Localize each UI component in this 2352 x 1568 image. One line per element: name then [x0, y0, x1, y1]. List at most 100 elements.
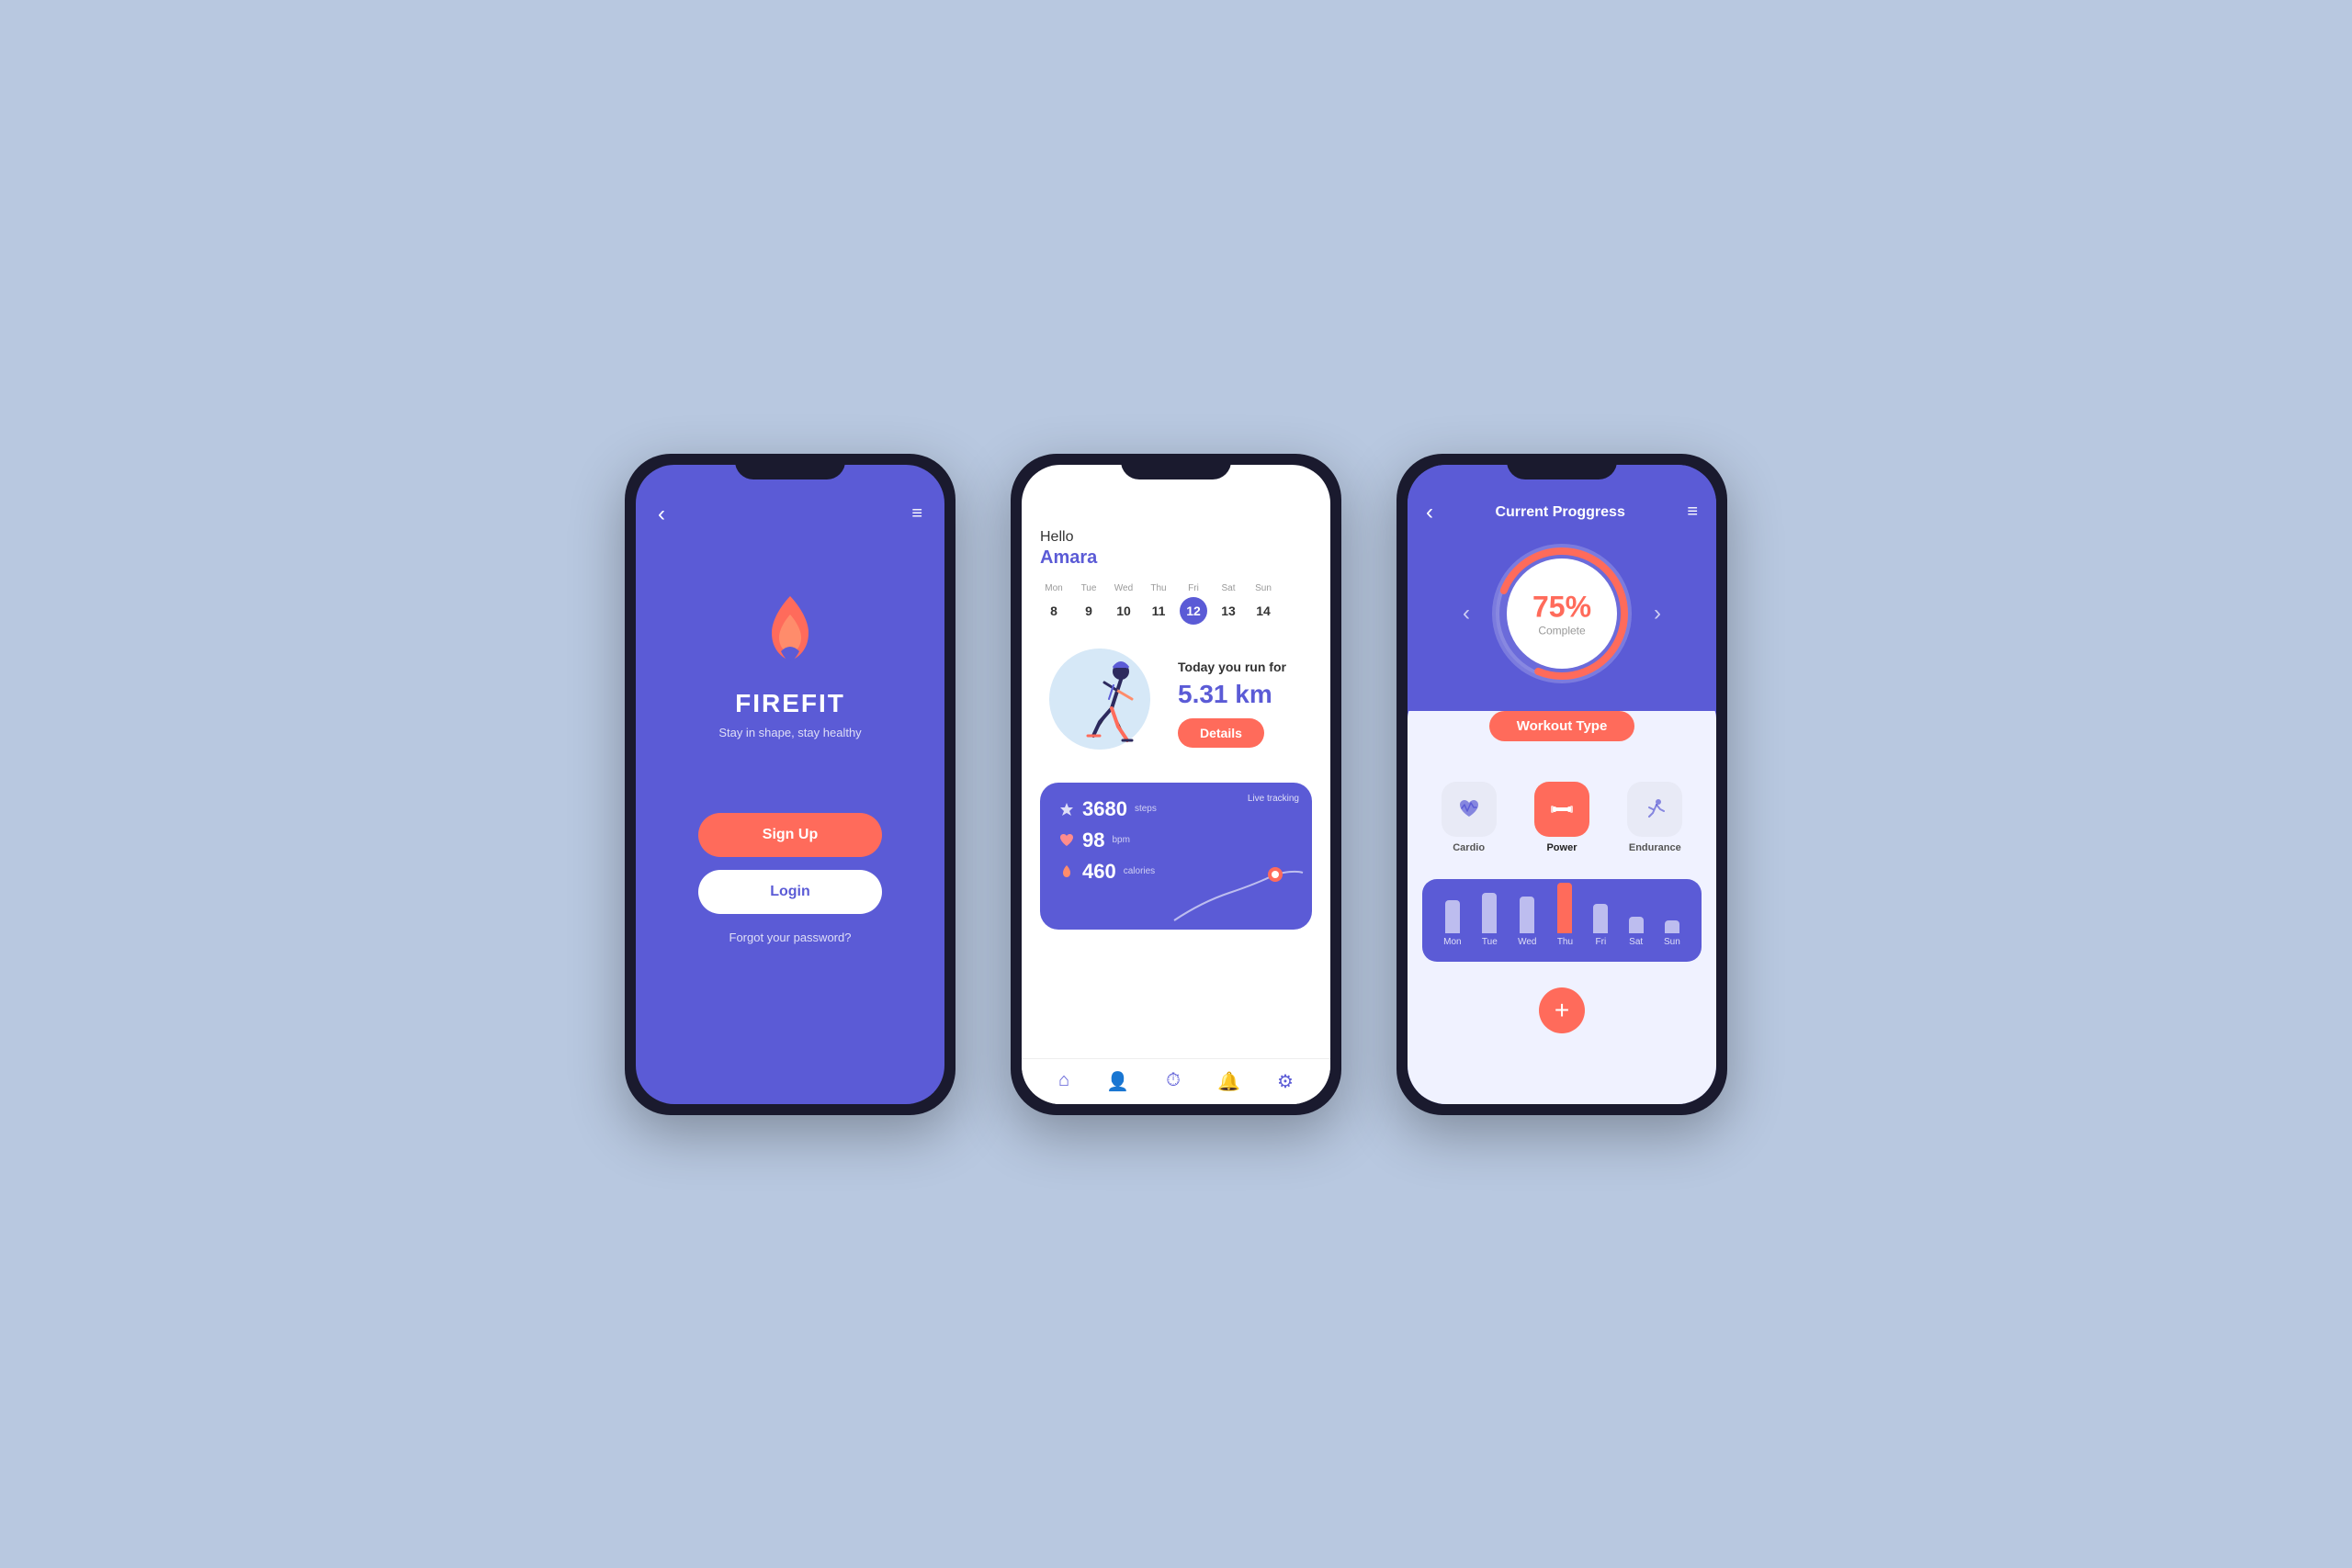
progress-back-icon[interactable]: ‹	[1426, 500, 1433, 525]
day-label-fri: Fri	[1188, 583, 1199, 593]
progress-next-icon[interactable]: ›	[1654, 601, 1661, 626]
chart-col-mon: Mon	[1443, 900, 1461, 947]
day-num-wed: 10	[1110, 597, 1137, 625]
signup-button[interactable]: Sign Up	[698, 813, 882, 857]
endurance-icon-box	[1627, 782, 1682, 837]
chart-label-thu: Thu	[1557, 937, 1573, 947]
back-icon[interactable]: ‹	[658, 502, 665, 527]
chart-label-sat: Sat	[1629, 937, 1643, 947]
day-wed[interactable]: Wed 10	[1110, 583, 1137, 625]
nav-settings-icon[interactable]: ⚙	[1277, 1070, 1294, 1093]
steps-icon	[1058, 801, 1075, 818]
day-num-mon: 8	[1040, 597, 1068, 625]
bar-sun	[1665, 920, 1679, 933]
weekly-chart: Mon Tue Wed Thu Fri	[1422, 879, 1702, 962]
chart-label-fri: Fri	[1596, 937, 1607, 947]
calories-value: 460	[1082, 860, 1116, 884]
bar-tue	[1482, 893, 1497, 933]
nav-bell-icon[interactable]: 🔔	[1217, 1070, 1240, 1093]
week-calendar: Mon 8 Tue 9 Wed 10 Thu 11 Fri 12	[1040, 583, 1312, 625]
day-num-sun: 14	[1250, 597, 1277, 625]
chart-col-tue: Tue	[1482, 893, 1498, 947]
progress-menu-icon[interactable]: ≡	[1687, 502, 1698, 523]
run-icon	[1642, 796, 1668, 822]
cardio-icon-box	[1442, 782, 1497, 837]
power-label: Power	[1546, 842, 1577, 853]
app-title: FireFit	[735, 689, 845, 718]
day-label-sat: Sat	[1221, 583, 1235, 593]
bar-thu	[1557, 883, 1572, 933]
chart-col-thu: Thu	[1557, 883, 1573, 947]
day-fri[interactable]: Fri 12	[1180, 583, 1207, 625]
chart-col-sun: Sun	[1664, 920, 1680, 947]
bar-mon	[1445, 900, 1460, 933]
chart-label-sun: Sun	[1664, 937, 1680, 947]
progress-percent-display: 75% Complete	[1532, 590, 1591, 637]
steps-label: steps	[1135, 804, 1157, 814]
day-label-wed: Wed	[1114, 583, 1133, 593]
progress-circle-container: 75% Complete	[1488, 540, 1635, 687]
dashboard-name: Amara	[1040, 547, 1312, 569]
running-section: Today you run for 5.31 km Details	[1040, 639, 1312, 768]
steps-value: 3680	[1082, 797, 1127, 821]
phone-dashboard: Hello Amara Mon 8 Tue 9 Wed 10 Thu 1	[1011, 454, 1341, 1115]
day-thu[interactable]: Thu 11	[1145, 583, 1172, 625]
dashboard-greeting: Hello	[1040, 529, 1312, 546]
workout-power[interactable]: Power	[1534, 782, 1589, 853]
chart-col-wed: Wed	[1518, 897, 1536, 947]
progress-prev-icon[interactable]: ‹	[1463, 601, 1470, 626]
day-num-tue: 9	[1075, 597, 1102, 625]
workout-endurance[interactable]: Endurance	[1627, 782, 1682, 853]
day-sat[interactable]: Sat 13	[1215, 583, 1242, 625]
forgot-password-link[interactable]: Forgot your password?	[729, 931, 852, 944]
day-num-sat: 13	[1215, 597, 1242, 625]
details-button[interactable]: Details	[1178, 718, 1264, 748]
live-tracking-label: Live tracking	[1248, 794, 1299, 804]
phone-progress: ‹ Current Proggress ≡ ‹	[1396, 454, 1727, 1115]
workout-type-header: Workout Type	[1422, 711, 1702, 756]
day-label-sun: Sun	[1255, 583, 1272, 593]
fab-add-button[interactable]: +	[1539, 987, 1585, 1033]
bar-sat	[1629, 917, 1644, 933]
workout-icons-row: Cardio Power	[1422, 782, 1702, 853]
chart-label-wed: Wed	[1518, 937, 1536, 947]
notch-2	[1121, 454, 1231, 479]
menu-icon[interactable]: ≡	[911, 503, 922, 525]
chart-col-sat: Sat	[1629, 917, 1644, 947]
day-label-mon: Mon	[1045, 583, 1062, 593]
bottom-nav: ⌂ 👤 ⏱ 🔔 ⚙	[1022, 1058, 1330, 1104]
notch-3	[1507, 454, 1617, 479]
run-text: Today you run for 5.31 km Details	[1178, 659, 1312, 747]
dumbbell-icon	[1549, 796, 1575, 822]
day-label-tue: Tue	[1081, 583, 1097, 593]
chart-label-mon: Mon	[1443, 937, 1461, 947]
endurance-label: Endurance	[1629, 842, 1681, 853]
chart-label-tue: Tue	[1482, 937, 1498, 947]
day-num-fri: 12	[1180, 597, 1207, 625]
progress-title: Current Proggress	[1495, 504, 1624, 521]
percent-label: Complete	[1532, 624, 1591, 637]
power-icon-box	[1534, 782, 1589, 837]
heart-rate-icon	[1456, 796, 1482, 822]
login-content: FireFit Stay in shape, stay healthy Sign…	[636, 536, 944, 944]
heart-icon	[1058, 832, 1075, 849]
running-illustration	[1040, 639, 1169, 768]
day-num-thu: 11	[1145, 597, 1172, 625]
percent-number: 75%	[1532, 590, 1591, 624]
nav-home-icon[interactable]: ⌂	[1058, 1070, 1069, 1093]
chart-col-fri: Fri	[1593, 904, 1608, 947]
phone-login: ‹ ≡ FireFit Stay in shape, stay healthy …	[625, 454, 956, 1115]
nav-profile-icon[interactable]: 👤	[1106, 1070, 1129, 1093]
run-distance: 5.31 km	[1178, 680, 1312, 709]
workout-cardio[interactable]: Cardio	[1442, 782, 1497, 853]
nav-timer-icon[interactable]: ⏱	[1166, 1070, 1181, 1093]
bpm-value: 98	[1082, 829, 1104, 852]
tracking-curve	[1165, 856, 1312, 930]
day-mon[interactable]: Mon 8	[1040, 583, 1068, 625]
day-tue[interactable]: Tue 9	[1075, 583, 1102, 625]
day-label-thu: Thu	[1150, 583, 1166, 593]
stats-card: Live tracking 3680 steps 98 bpm	[1040, 783, 1312, 930]
login-button[interactable]: Login	[698, 870, 882, 914]
workout-type-badge[interactable]: Workout Type	[1489, 711, 1635, 741]
day-sun[interactable]: Sun 14	[1250, 583, 1277, 625]
